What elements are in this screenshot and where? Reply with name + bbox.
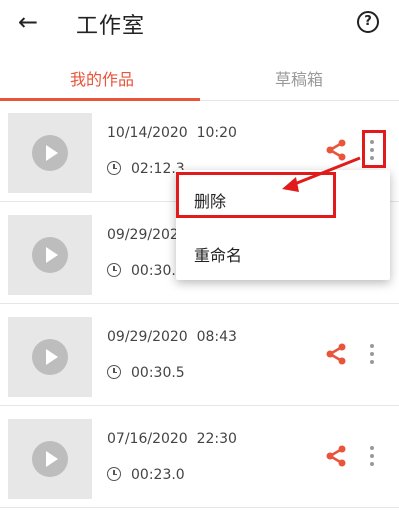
thumbnail[interactable]	[8, 317, 92, 397]
recording-duration: 00:30.5	[107, 365, 185, 381]
tab-bar: 我的作品 草稿箱	[0, 56, 399, 100]
recording-duration: 02:12.3	[107, 161, 185, 177]
back-arrow-icon[interactable]: ←	[18, 10, 38, 34]
menu-item-rename[interactable]: 重命名	[176, 228, 390, 278]
thumbnail[interactable]	[8, 113, 92, 193]
clock-icon	[107, 467, 121, 481]
share-icon[interactable]	[325, 445, 347, 467]
clock-icon	[107, 263, 121, 277]
more-button-highlight	[362, 130, 386, 168]
tab-my-works[interactable]: 我的作品	[70, 66, 134, 90]
recording-duration: 00:23.0	[107, 467, 185, 483]
play-icon[interactable]	[32, 135, 68, 171]
play-icon[interactable]	[32, 441, 68, 477]
clock-icon	[107, 365, 121, 379]
delete-item-highlight	[176, 172, 336, 218]
recording-datetime: 07/16/2020 22:30	[107, 431, 237, 447]
duration-text: 00:23.0	[131, 467, 185, 483]
page-title: 工作室	[76, 14, 146, 39]
share-icon[interactable]	[325, 343, 347, 365]
more-vert-icon[interactable]	[364, 341, 380, 367]
thumbnail[interactable]	[8, 419, 92, 499]
tab-drafts[interactable]: 草稿箱	[275, 66, 323, 90]
recording-datetime: 10/14/2020 10:20	[107, 125, 237, 141]
help-icon[interactable]: ?	[357, 11, 379, 33]
list-item[interactable]: 09/29/2020 08:43 00:30.5	[0, 305, 399, 406]
recording-datetime: 09/29/2020 08:43	[107, 329, 237, 345]
clock-icon	[107, 161, 121, 175]
share-icon[interactable]	[325, 139, 347, 161]
recording-duration: 00:30.5	[107, 263, 185, 279]
duration-text: 00:30.5	[131, 365, 185, 381]
play-icon[interactable]	[32, 339, 68, 375]
more-vert-icon[interactable]	[364, 443, 380, 469]
top-bar: ← 工作室 ?	[0, 0, 399, 50]
thumbnail[interactable]	[8, 215, 92, 295]
rename-label: 重命名	[194, 246, 243, 265]
play-icon[interactable]	[32, 237, 68, 273]
list-item[interactable]: 07/16/2020 22:30 00:23.0	[0, 407, 399, 508]
